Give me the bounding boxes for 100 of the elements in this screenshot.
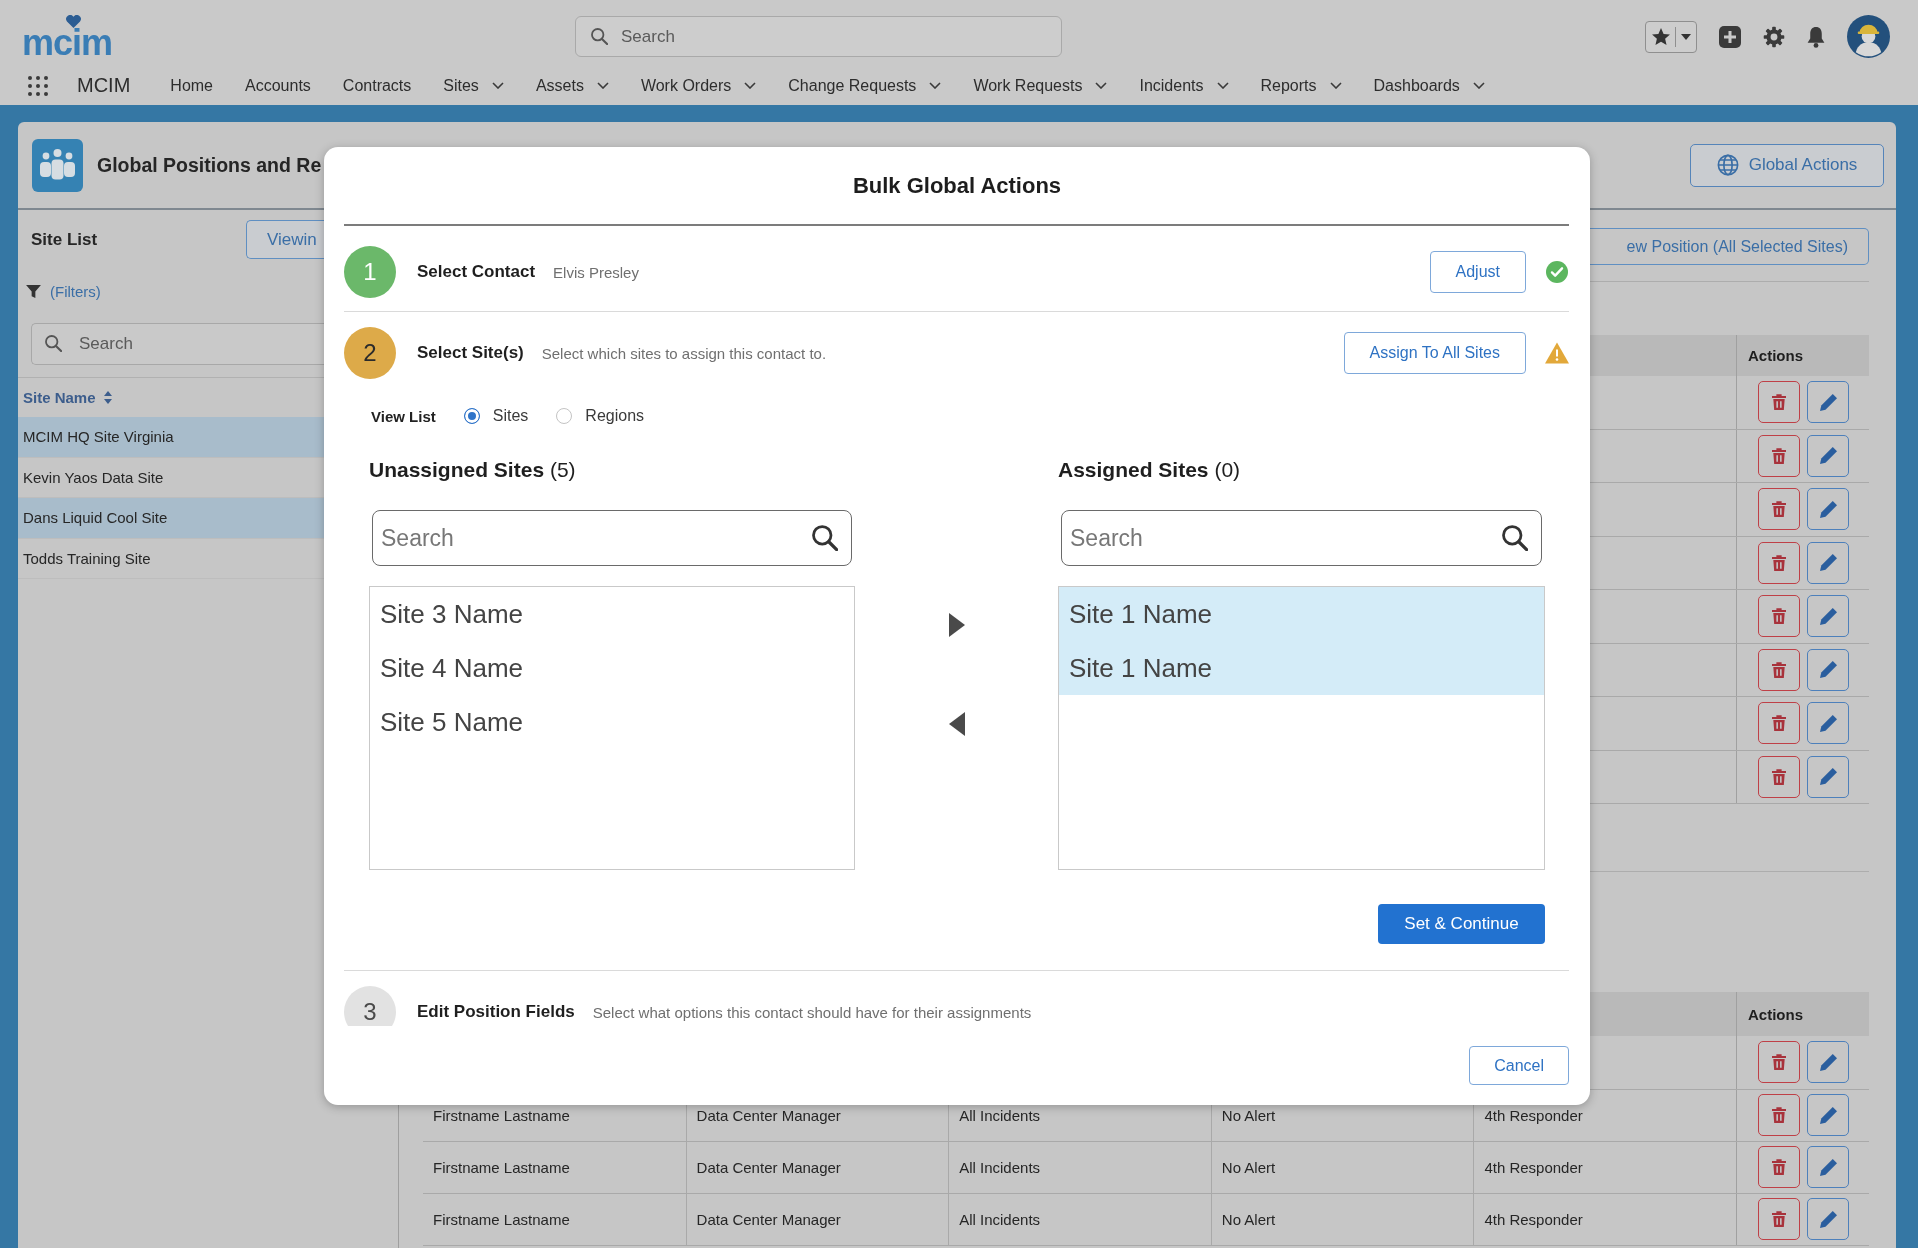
nav-item[interactable]: Reports <box>1260 75 1342 96</box>
list-item[interactable]: Site 4 Name <box>370 641 854 695</box>
search-field[interactable]: Search <box>575 16 1062 57</box>
search-icon <box>812 525 838 551</box>
edit-button[interactable] <box>1807 1198 1849 1240</box>
edit-button[interactable] <box>1807 434 1849 477</box>
nav-item[interactable]: Contracts <box>342 75 412 96</box>
pencil-icon <box>1819 768 1837 786</box>
delete-button[interactable] <box>1758 381 1800 424</box>
search-icon <box>1502 525 1528 551</box>
delete-button[interactable] <box>1758 702 1800 745</box>
nav-item[interactable]: Accounts <box>245 75 311 96</box>
panel-title: Site List <box>31 229 98 250</box>
edit-button[interactable] <box>1807 1146 1849 1188</box>
trash-icon <box>1772 1054 1786 1071</box>
grid-icon[interactable] <box>28 75 48 96</box>
list-item[interactable]: Site 5 Name <box>370 695 854 749</box>
settings-icon[interactable] <box>1763 25 1785 48</box>
nav-item[interactable]: Assets <box>535 75 609 96</box>
table-cell: All Incidents <box>959 1210 1041 1228</box>
pencil-icon <box>1819 554 1837 572</box>
table-cell: 4th Responder <box>1484 1158 1583 1176</box>
caret-icon <box>1472 82 1485 89</box>
search-field[interactable]: Search <box>31 323 324 365</box>
listbox[interactable]: Site 1 Name Site 1 Name <box>1058 586 1545 870</box>
caret-icon <box>1216 82 1229 89</box>
trash-icon <box>1772 1107 1786 1123</box>
radio-label[interactable]: Regions <box>585 407 645 425</box>
edit-button[interactable] <box>1807 1041 1849 1084</box>
listbox[interactable]: Site 3 Name Site 4 Name Site 5 Name <box>369 586 855 870</box>
app-name: MCIM <box>77 74 131 97</box>
step-detail: Elvis Presley <box>553 263 639 281</box>
edit-button[interactable] <box>1807 648 1849 691</box>
edit-button[interactable] <box>1807 541 1849 584</box>
caret-icon <box>744 82 757 89</box>
edit-button[interactable] <box>1807 702 1849 745</box>
site-row[interactable]: MCIM HQ Site Virginia <box>18 417 324 458</box>
favorites-button[interactable] <box>1645 20 1697 53</box>
list-item[interactable]: Site 1 Name <box>1059 587 1544 641</box>
table-cell: No Alert <box>1221 1106 1276 1124</box>
radio-button[interactable] <box>463 408 480 424</box>
edit-button[interactable] <box>1807 755 1849 798</box>
trash-icon <box>1772 447 1786 464</box>
nav-item[interactable]: Work Requests <box>973 75 1108 96</box>
list-item[interactable]: Site 3 Name <box>370 587 854 641</box>
step-number: 3 <box>344 986 396 1026</box>
delete-button[interactable] <box>1758 1041 1800 1084</box>
site-row[interactable]: Dans Liquid Cool Site <box>18 498 324 539</box>
nav-item[interactable]: Home <box>170 75 213 96</box>
plus-icon[interactable] <box>1719 25 1741 48</box>
step-title: Select Contact <box>417 262 536 282</box>
list-item[interactable]: Site 1 Name <box>1059 641 1544 695</box>
step-number: 2 <box>344 327 396 379</box>
delete-button[interactable] <box>1758 1198 1800 1240</box>
delete-button[interactable] <box>1758 488 1800 531</box>
delete-button[interactable] <box>1758 1094 1800 1136</box>
nav-item[interactable]: Change Requests <box>788 75 942 96</box>
delete-button[interactable] <box>1758 595 1800 638</box>
table-cell: Data Center Manager <box>696 1158 841 1176</box>
edit-button[interactable] <box>1807 595 1849 638</box>
radio-label[interactable]: Sites <box>492 407 529 425</box>
triangle-right-icon[interactable] <box>948 613 965 637</box>
edit-button[interactable] <box>1807 1094 1849 1136</box>
trash-icon <box>1772 768 1786 785</box>
radio-button[interactable] <box>556 408 573 424</box>
caret-icon <box>596 82 609 89</box>
search-field[interactable]: Search <box>1061 510 1542 566</box>
step-action-button[interactable]: Adjust <box>1429 251 1526 293</box>
delete-button[interactable] <box>1758 1146 1800 1188</box>
pencil-icon <box>1819 661 1837 679</box>
nav-item[interactable]: Sites <box>443 75 504 96</box>
delete-button[interactable] <box>1758 755 1800 798</box>
avatar-icon[interactable] <box>1847 15 1890 58</box>
table-cell: No Alert <box>1221 1158 1276 1176</box>
nav-item[interactable]: Incidents <box>1139 75 1229 96</box>
bell-icon[interactable] <box>1807 25 1825 48</box>
table-cell: Firstname Lastname <box>433 1106 570 1124</box>
trash-icon <box>1772 608 1786 625</box>
cancel-button[interactable]: Cancel <box>1469 1046 1569 1085</box>
edit-button[interactable] <box>1807 381 1849 424</box>
search-field[interactable]: Search <box>372 510 852 566</box>
delete-button[interactable] <box>1758 541 1800 584</box>
pencil-icon <box>1819 447 1837 465</box>
triangle-left-icon[interactable] <box>948 712 965 736</box>
continue-button[interactable]: Set & Continue <box>1378 904 1545 944</box>
trash-icon <box>1772 394 1786 411</box>
pencil-icon <box>1819 607 1837 625</box>
step-number: 1 <box>344 246 396 298</box>
step-action-button[interactable]: Assign To All Sites <box>1343 332 1526 374</box>
nav-item[interactable]: Work Orders <box>640 75 757 96</box>
table-cell: Data Center Manager <box>696 1210 841 1228</box>
search-icon <box>591 28 608 45</box>
trash-icon <box>1772 661 1786 678</box>
delete-button[interactable] <box>1758 434 1800 477</box>
column-header[interactable]: Site Name <box>23 389 112 406</box>
edit-button[interactable] <box>1807 488 1849 531</box>
pencil-icon <box>1819 1053 1837 1071</box>
nav-item[interactable]: Dashboards <box>1373 75 1485 96</box>
delete-button[interactable] <box>1758 648 1800 691</box>
caret-icon <box>1680 33 1691 40</box>
